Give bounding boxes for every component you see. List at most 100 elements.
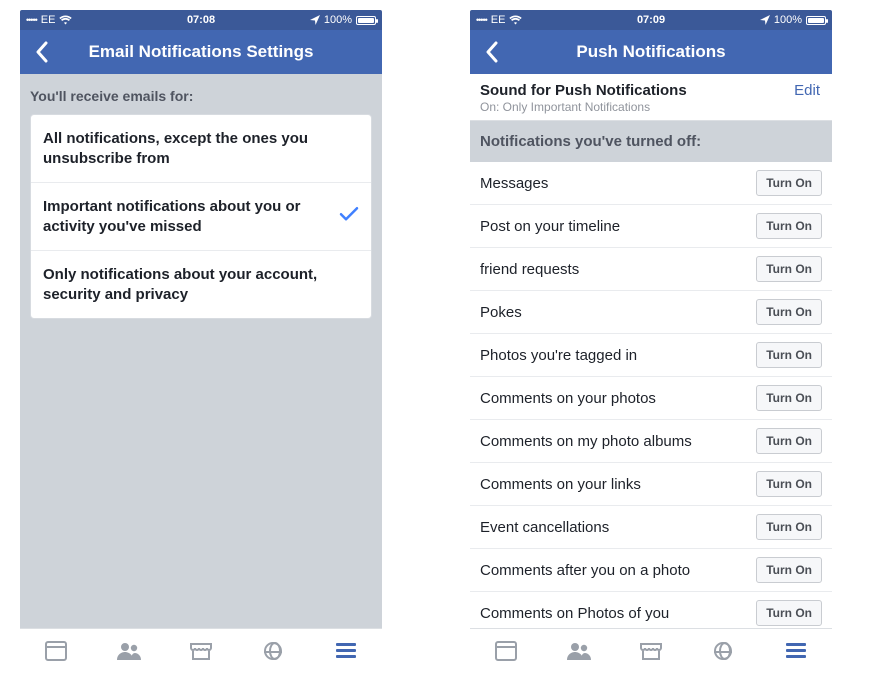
list-item-label: Comments on my photo albums	[480, 433, 692, 450]
list-item-label: friend requests	[480, 261, 579, 278]
list-item: Comments on your links Turn On	[470, 463, 832, 506]
tab-notifications[interactable]	[259, 637, 287, 665]
nav-title: Email Notifications Settings	[20, 42, 382, 62]
list-item: Comments on Photos of you Turn On	[470, 592, 832, 628]
tab-menu[interactable]	[782, 637, 810, 665]
tab-feed[interactable]	[42, 637, 70, 665]
wifi-icon	[59, 15, 72, 25]
turn-on-button[interactable]: Turn On	[756, 600, 822, 626]
list-item-label: Pokes	[480, 304, 522, 321]
list-item-label: Photos you're tagged in	[480, 347, 637, 364]
phone-email-notifications: ••••• EE 07:08 100% Email Notifications …	[20, 10, 382, 672]
list-item: Photos you're tagged in Turn On	[470, 334, 832, 377]
turn-on-button[interactable]: Turn On	[756, 299, 822, 325]
friends-icon	[116, 642, 142, 660]
email-option-important[interactable]: Important notifications about you or act…	[31, 182, 371, 250]
battery-pct: 100%	[324, 14, 352, 26]
sound-subtitle: On: Only Important Notifications	[480, 100, 822, 114]
list-item-label: Post on your timeline	[480, 218, 620, 235]
location-icon	[310, 15, 320, 25]
nav-header: Push Notifications	[470, 30, 832, 74]
turned-off-label: Notifications you've turned off:	[470, 121, 832, 162]
signal-dots-icon: •••••	[26, 15, 37, 25]
content-area: Sound for Push Notifications On: Only Im…	[470, 74, 832, 628]
option-label: Only notifications about your account, s…	[43, 266, 317, 303]
list-item: Comments on my photo albums Turn On	[470, 420, 832, 463]
phone-push-notifications: ••••• EE 07:09 100% Push Notifications S…	[470, 10, 832, 672]
turn-on-button[interactable]: Turn On	[756, 428, 822, 454]
section-label: You'll receive emails for:	[20, 74, 382, 114]
list-item: Comments after you on a photo Turn On	[470, 549, 832, 592]
chevron-left-icon	[485, 41, 499, 63]
status-right: 100%	[665, 14, 826, 26]
sound-settings-row[interactable]: Sound for Push Notifications On: Only Im…	[470, 74, 832, 121]
status-time: 07:08	[187, 14, 215, 26]
list-item: Messages Turn On	[470, 162, 832, 205]
turn-on-button[interactable]: Turn On	[756, 213, 822, 239]
list-item: Post on your timeline Turn On	[470, 205, 832, 248]
turn-on-button[interactable]: Turn On	[756, 342, 822, 368]
feed-icon	[495, 641, 517, 661]
sound-title: Sound for Push Notifications	[480, 82, 822, 99]
tab-friends[interactable]	[115, 637, 143, 665]
list-item: Event cancellations Turn On	[470, 506, 832, 549]
turn-on-button[interactable]: Turn On	[756, 385, 822, 411]
tab-feed[interactable]	[492, 637, 520, 665]
list-item: Pokes Turn On	[470, 291, 832, 334]
menu-icon	[336, 640, 356, 661]
list-item-label: Messages	[480, 175, 548, 192]
option-label: All notifications, except the ones you u…	[43, 130, 308, 167]
checkmark-icon	[339, 206, 359, 228]
list-item-label: Event cancellations	[480, 519, 609, 536]
content-area: You'll receive emails for: All notificat…	[20, 74, 382, 628]
carrier-label: EE	[41, 14, 56, 26]
globe-icon	[714, 642, 732, 660]
wifi-icon	[509, 15, 522, 25]
nav-title: Push Notifications	[470, 42, 832, 62]
globe-icon	[264, 642, 282, 660]
status-bar: ••••• EE 07:08 100%	[20, 10, 382, 30]
notifications-off-list[interactable]: Messages Turn On Post on your timeline Turn…	[470, 162, 832, 628]
friends-icon	[566, 642, 592, 660]
turn-on-button[interactable]: Turn On	[756, 557, 822, 583]
turn-on-button[interactable]: Turn On	[756, 514, 822, 540]
back-button[interactable]	[20, 30, 64, 74]
status-bar: ••••• EE 07:09 100%	[470, 10, 832, 30]
tab-friends[interactable]	[565, 637, 593, 665]
battery-icon	[806, 16, 826, 25]
status-left: ••••• EE	[26, 14, 187, 26]
marketplace-icon	[190, 641, 212, 661]
email-option-all[interactable]: All notifications, except the ones you u…	[31, 115, 371, 182]
list-item-label: Comments on your links	[480, 476, 641, 493]
tab-marketplace[interactable]	[187, 637, 215, 665]
list-item-label: Comments on Photos of you	[480, 605, 669, 622]
turn-on-button[interactable]: Turn On	[756, 170, 822, 196]
chevron-left-icon	[35, 41, 49, 63]
tab-menu[interactable]	[332, 637, 360, 665]
list-item-label: Comments after you on a photo	[480, 562, 690, 579]
list-item: friend requests Turn On	[470, 248, 832, 291]
nav-header: Email Notifications Settings	[20, 30, 382, 74]
list-item-label: Comments on your photos	[480, 390, 656, 407]
marketplace-icon	[640, 641, 662, 661]
location-icon	[760, 15, 770, 25]
email-option-account[interactable]: Only notifications about your account, s…	[31, 250, 371, 318]
list-item: Comments on your photos Turn On	[470, 377, 832, 420]
status-time: 07:09	[637, 14, 665, 26]
edit-link[interactable]: Edit	[794, 82, 820, 99]
tab-bar	[470, 628, 832, 672]
tab-marketplace[interactable]	[637, 637, 665, 665]
email-options-card: All notifications, except the ones you u…	[30, 114, 372, 319]
turn-on-button[interactable]: Turn On	[756, 256, 822, 282]
status-right: 100%	[215, 14, 376, 26]
option-label: Important notifications about you or act…	[43, 198, 301, 235]
battery-icon	[356, 16, 376, 25]
battery-pct: 100%	[774, 14, 802, 26]
tab-bar	[20, 628, 382, 672]
signal-dots-icon: •••••	[476, 15, 487, 25]
tab-notifications[interactable]	[709, 637, 737, 665]
back-button[interactable]	[470, 30, 514, 74]
menu-icon	[786, 640, 806, 661]
carrier-label: EE	[491, 14, 506, 26]
turn-on-button[interactable]: Turn On	[756, 471, 822, 497]
